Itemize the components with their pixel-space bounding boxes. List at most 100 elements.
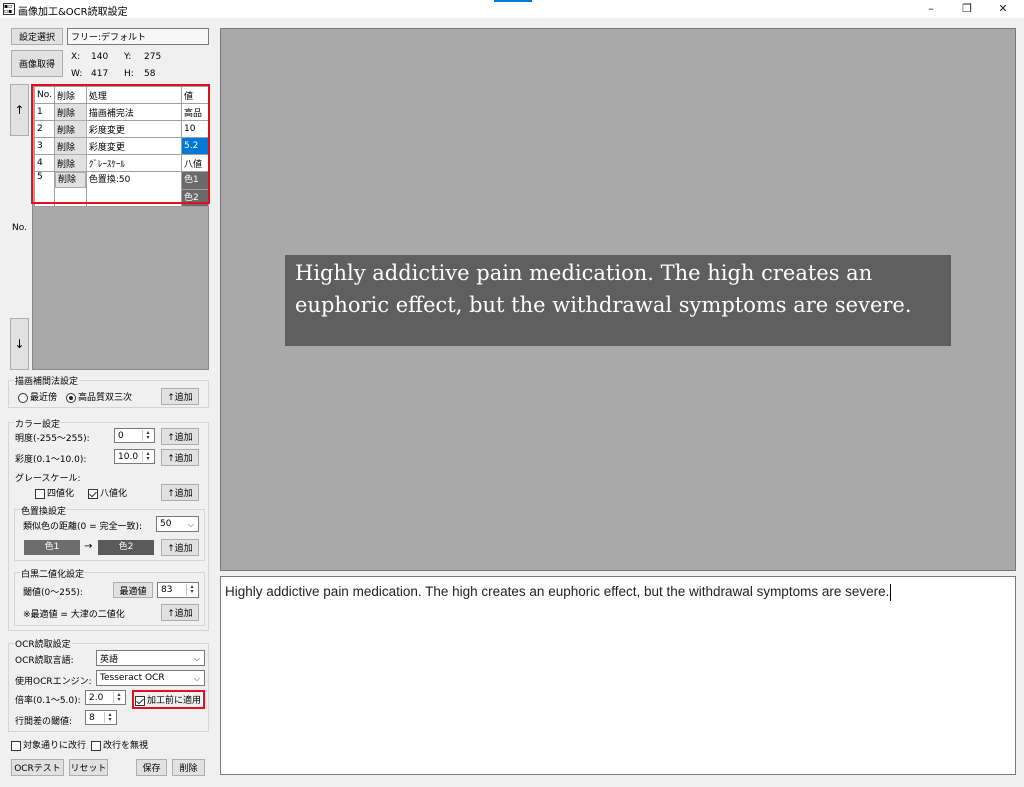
add-saturation-button[interactable]: ↑追加 (161, 449, 199, 466)
delete-button[interactable]: 削除 (172, 759, 205, 776)
chevron-down-icon: ⌵ (193, 674, 200, 683)
binarize-title: 白黒二値化設定 (20, 567, 86, 580)
ocr-result-text: Highly addictive pain medication. The hi… (225, 584, 892, 601)
ocr-result-content: Highly addictive pain medication. The hi… (225, 584, 890, 600)
highlight-box-table (31, 84, 210, 204)
apply-before-checkbox[interactable]: 加工前に適用 (132, 690, 206, 709)
app-icon: ▪▫ ▫▪ (3, 3, 15, 15)
chevron-down-icon: ⌵ (193, 654, 200, 663)
ocr-engine-dropdown[interactable]: Tesseract OCR ⌵ (96, 670, 205, 686)
brightness-value: 0 (118, 430, 124, 441)
threshold-label: 閾値(0～255): (23, 588, 83, 598)
binarize-note: ※最適値 = 大津の二値化 (23, 610, 125, 620)
reset-button[interactable]: リセット (69, 759, 108, 776)
captured-image: Highly addictive pain medication. The hi… (285, 255, 951, 346)
y-label: Y: (124, 52, 132, 62)
scale-label: 倍率(0.1～5.0): (15, 696, 81, 706)
scale-input[interactable]: 2.0 ▴ ▾ (85, 690, 126, 705)
ocr-result-textarea[interactable]: Highly addictive pain medication. The hi… (220, 576, 1016, 775)
title-accent (494, 0, 532, 2)
gray4-checkbox[interactable]: 四値化 (35, 486, 74, 499)
ignore-newline-checkbox[interactable]: 改行を無視 (91, 738, 148, 751)
add-brightness-button[interactable]: ↑追加 (161, 428, 199, 445)
preset-field[interactable]: フリー:デフォルト (67, 28, 209, 45)
optimal-value-button[interactable]: 最適値 (113, 582, 153, 598)
apply-before-label: 加工前に適用 (147, 696, 202, 706)
checkbox-checked-icon (135, 695, 145, 706)
saturation-value: 10.0 (118, 451, 139, 462)
color1-swatch[interactable]: 色1 (24, 540, 80, 555)
close-button[interactable]: ✕ (986, 0, 1020, 18)
ocr-language-dropdown[interactable]: 英語 ⌵ (96, 650, 205, 666)
title-bar: ▪▫ ▫▪ 画像加工&OCR読取設定 – ❐ ✕ (0, 0, 1024, 18)
image-preview[interactable]: Highly addictive pain medication. The hi… (220, 28, 1016, 571)
y-value: 275 (144, 52, 162, 62)
scale-value: 2.0 (89, 692, 104, 703)
no-label: No. (12, 223, 27, 233)
add-color-replace-button[interactable]: ↑追加 (161, 539, 199, 556)
save-button[interactable]: 保存 (136, 759, 167, 776)
saturation-input[interactable]: 10.0 ▴ ▾ (114, 449, 155, 464)
spin-icon[interactable]: ▴ ▾ (113, 692, 124, 703)
color-title: カラー設定 (14, 417, 62, 430)
x-label: X: (71, 52, 81, 62)
distance-value: 50 (160, 519, 172, 529)
grayscale-label: グレースケール: (15, 474, 81, 484)
ocr-language-value: 英語 (100, 654, 119, 665)
w-value: 417 (91, 69, 109, 79)
radio-nearest-label: 最近傍 (30, 393, 58, 403)
wrap-checkbox[interactable]: 対象通りに改行 (11, 738, 86, 751)
radio-bicubic-label: 高品質双三次 (78, 393, 133, 403)
radio-nearest[interactable]: 最近傍 (18, 390, 57, 403)
threshold-input[interactable]: 83 ▴ ▾ (157, 582, 199, 598)
wrap-label: 対象通りに改行 (23, 741, 87, 751)
w-label: W: (71, 69, 83, 79)
brightness-label: 明度(-255～255): (15, 434, 90, 444)
h-label: H: (124, 69, 134, 79)
line-gap-value: 8 (89, 712, 95, 723)
line-gap-input[interactable]: 8 ▴ ▾ (85, 710, 117, 725)
checkbox-checked-icon (88, 488, 98, 499)
add-interpolation-button[interactable]: ↑追加 (161, 388, 199, 405)
radio-icon (66, 392, 76, 403)
capture-image-button[interactable]: 画像取得 (11, 50, 63, 77)
gray8-label: 八値化 (100, 489, 128, 499)
minimize-button[interactable]: – (914, 0, 948, 18)
text-caret (890, 584, 892, 601)
color2-swatch[interactable]: 色2 (98, 540, 154, 555)
add-grayscale-button[interactable]: ↑追加 (161, 484, 199, 501)
ocr-title: OCR読取設定 (14, 637, 72, 650)
ignore-newline-label: 改行を無視 (103, 741, 149, 751)
window-title: 画像加工&OCR読取設定 (18, 7, 128, 18)
move-up-button[interactable]: ↑ (10, 84, 29, 136)
threshold-value: 83 (161, 585, 173, 595)
chevron-down-icon: ⌵ (187, 520, 194, 529)
radio-bicubic[interactable]: 高品質双三次 (66, 390, 132, 403)
ocr-engine-value: Tesseract OCR (100, 673, 165, 683)
gray8-checkbox[interactable]: 八値化 (88, 486, 127, 499)
spin-icon[interactable]: ▴ ▾ (104, 712, 115, 723)
captured-line-2: euphoric effect, but the withdrawal symp… (295, 293, 912, 317)
arrow-right-icon: → (84, 541, 93, 552)
spin-icon[interactable]: ▴ ▾ (142, 451, 153, 462)
select-settings-button[interactable]: 設定選択 (11, 28, 63, 45)
line-gap-label: 行間差の閾値: (15, 717, 73, 727)
checkbox-icon (35, 488, 45, 499)
h-value: 58 (144, 69, 156, 79)
saturation-label: 彩度(0.1～10.0): (15, 455, 87, 465)
distance-dropdown[interactable]: 50 ⌵ (156, 516, 199, 532)
interpolation-title: 描画補間法設定 (14, 374, 80, 387)
spin-icon[interactable]: ▴ ▾ (142, 430, 153, 441)
captured-image-text: Highly addictive pain medication. The hi… (295, 257, 945, 321)
distance-label: 類似色の距離(0 = 完全一致): (23, 522, 143, 532)
ocr-engine-label: 使用OCRエンジン: (15, 677, 92, 687)
x-value: 140 (91, 52, 109, 62)
restore-button[interactable]: ❐ (950, 0, 984, 18)
ocr-test-button[interactable]: OCRテスト (11, 759, 64, 776)
move-down-button[interactable]: ↓ (10, 318, 29, 370)
spin-icon[interactable]: ▴ ▾ (186, 584, 197, 596)
ocr-language-label: OCR読取言語: (15, 656, 74, 666)
checkbox-icon (91, 740, 101, 751)
add-binarize-button[interactable]: ↑追加 (161, 604, 199, 621)
brightness-input[interactable]: 0 ▴ ▾ (114, 428, 155, 443)
